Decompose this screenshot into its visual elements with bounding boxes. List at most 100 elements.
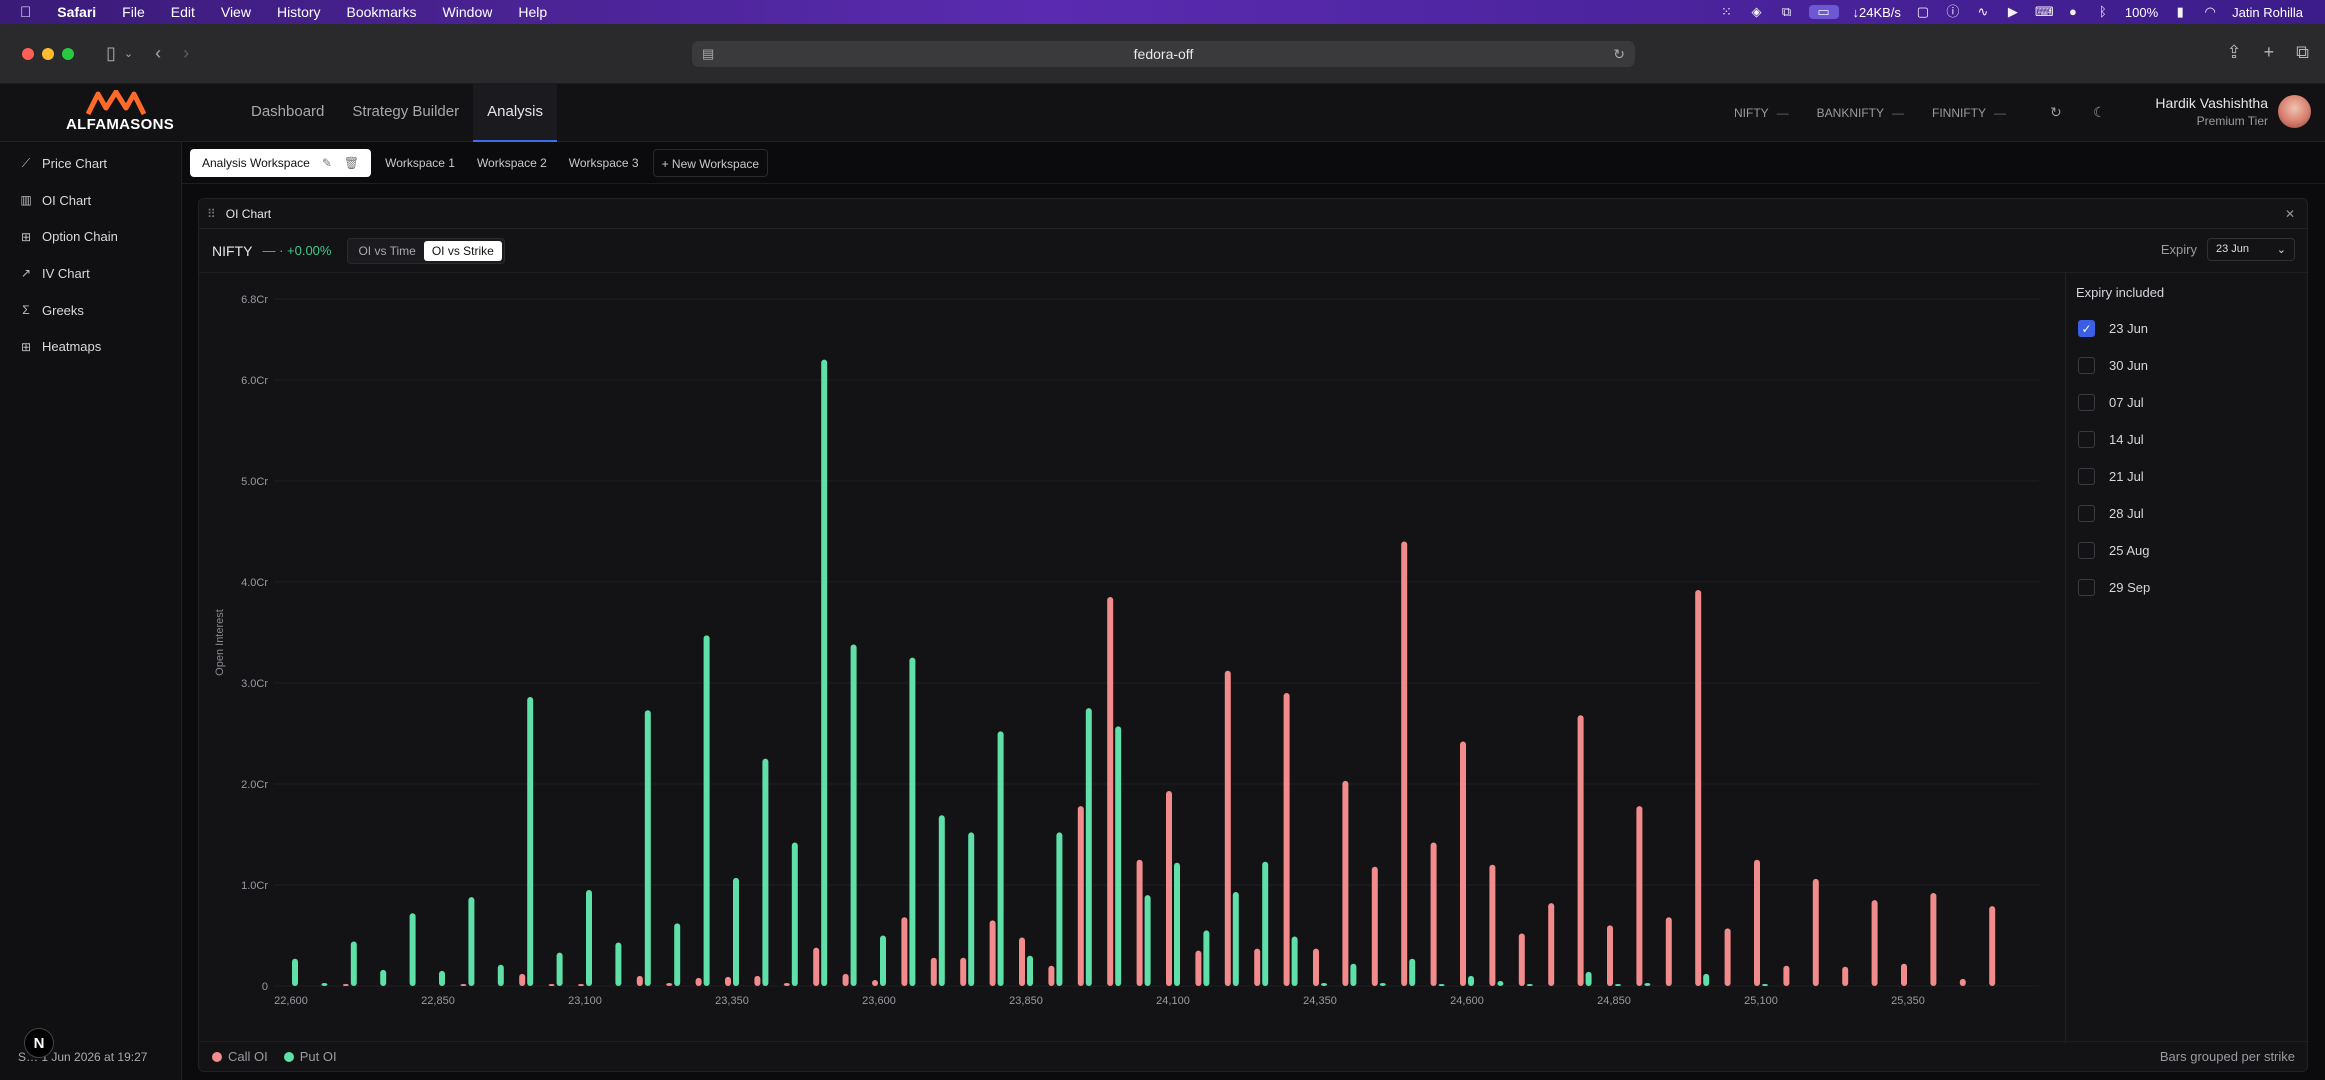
- display-icon[interactable]: ▢: [1915, 5, 1931, 19]
- call-oi-bar[interactable]: [1077, 806, 1084, 986]
- sidebar-toggle-icon[interactable]: ▯: [106, 43, 116, 64]
- menu-window[interactable]: Window: [443, 4, 493, 20]
- app-logo[interactable]: ALFAMASONS: [66, 90, 174, 136]
- put-oi-bar[interactable]: [380, 969, 387, 986]
- close-window-button[interactable]: [22, 47, 34, 60]
- call-oi-bar[interactable]: [1371, 866, 1378, 986]
- sidebar-item-iv-chart[interactable]: ↗ IV Chart: [0, 255, 181, 292]
- share-icon[interactable]: ⇪: [2227, 42, 2242, 63]
- legend-put-oi[interactable]: Put OI: [283, 1049, 337, 1064]
- ticker-finnifty[interactable]: FINNIFTY —: [1932, 106, 2006, 120]
- menu-history[interactable]: History: [277, 4, 321, 20]
- call-oi-bar[interactable]: [1959, 978, 1966, 986]
- tab-workspace-2[interactable]: Workspace 2: [469, 149, 555, 177]
- forward-icon[interactable]: ›: [183, 43, 189, 64]
- trash-icon[interactable]: 🗑: [344, 149, 359, 177]
- call-oi-bar[interactable]: [548, 983, 555, 986]
- page-settings-icon[interactable]: ▤: [702, 46, 714, 62]
- call-oi-bar[interactable]: [1489, 864, 1496, 986]
- put-oi-bar[interactable]: [762, 758, 769, 986]
- call-oi-bar[interactable]: [666, 982, 673, 986]
- call-oi-bar[interactable]: [1460, 741, 1466, 986]
- put-oi-bar[interactable]: [1438, 983, 1445, 986]
- zoom-window-button[interactable]: [62, 47, 74, 60]
- drag-handle-icon[interactable]: ⠿: [207, 207, 216, 221]
- expiry-option[interactable]: 14 Jul: [2076, 421, 2309, 458]
- translate-icon[interactable]: ⧉: [1779, 5, 1795, 19]
- call-oi-bar[interactable]: [1754, 859, 1760, 986]
- expiry-checkbox[interactable]: [2078, 468, 2095, 485]
- call-oi-bar[interactable]: [1107, 597, 1114, 986]
- address-bar[interactable]: ▤ fedora-off ↻: [692, 41, 1635, 67]
- call-oi-bar[interactable]: [695, 977, 702, 986]
- call-oi-bar[interactable]: [1430, 842, 1437, 986]
- call-oi-bar[interactable]: [1254, 948, 1261, 986]
- menu-view[interactable]: View: [221, 4, 251, 20]
- nav-analysis[interactable]: Analysis: [473, 84, 557, 142]
- put-oi-bar[interactable]: [1321, 982, 1327, 986]
- put-oi-bar[interactable]: [791, 842, 798, 986]
- call-oi-bar[interactable]: [1607, 925, 1613, 986]
- menu-edit[interactable]: Edit: [171, 4, 195, 20]
- expiry-checkbox[interactable]: [2078, 357, 2095, 374]
- call-oi-bar[interactable]: [1342, 780, 1349, 986]
- tab-workspace-3[interactable]: Workspace 3: [561, 149, 647, 177]
- n-logo-icon[interactable]: N: [24, 1028, 54, 1058]
- put-oi-bar[interactable]: [968, 832, 975, 986]
- tab-workspace-1[interactable]: Workspace 1: [377, 149, 463, 177]
- put-oi-bar[interactable]: [1174, 862, 1180, 986]
- url-text[interactable]: fedora-off: [1134, 46, 1194, 62]
- put-oi-bar[interactable]: [1056, 832, 1063, 986]
- put-oi-bar[interactable]: [350, 941, 357, 986]
- put-oi-bar[interactable]: [674, 923, 681, 986]
- ticker-nifty[interactable]: NIFTY —: [1734, 106, 1789, 120]
- menubar-user[interactable]: Jatin Rohilla: [2232, 5, 2303, 20]
- call-oi-bar[interactable]: [813, 947, 820, 986]
- avatar[interactable]: [2278, 95, 2311, 128]
- call-oi-bar[interactable]: [636, 975, 643, 986]
- expiry-dropdown[interactable]: 23 Jun ⌄: [2207, 238, 2295, 261]
- expiry-option[interactable]: 30 Jun: [2076, 347, 2309, 384]
- put-oi-bar[interactable]: [1262, 861, 1269, 986]
- put-oi-bar[interactable]: [586, 890, 592, 986]
- call-oi-bar[interactable]: [901, 917, 908, 986]
- put-oi-bar[interactable]: [850, 644, 857, 986]
- call-oi-bar[interactable]: [1313, 948, 1319, 986]
- call-oi-bar[interactable]: [1989, 906, 1996, 986]
- call-oi-bar[interactable]: [783, 982, 790, 986]
- put-oi-bar[interactable]: [644, 710, 651, 986]
- expiry-option[interactable]: 21 Jul: [2076, 458, 2309, 495]
- call-oi-bar[interactable]: [989, 920, 996, 986]
- call-oi-bar[interactable]: [1783, 965, 1790, 986]
- put-oi-bar[interactable]: [997, 731, 1004, 986]
- menu-bookmarks[interactable]: Bookmarks: [347, 4, 417, 20]
- call-oi-bar[interactable]: [872, 979, 878, 986]
- sidebar-item-heatmaps[interactable]: ⊞ Heatmaps: [0, 328, 181, 365]
- minimize-window-button[interactable]: [42, 47, 54, 60]
- put-oi-bar[interactable]: [615, 942, 622, 986]
- put-oi-bar[interactable]: [1703, 973, 1710, 986]
- moon-icon[interactable]: ☾: [2093, 104, 2106, 121]
- call-oi-bar[interactable]: [1195, 950, 1202, 986]
- expiry-option[interactable]: 25 Aug: [2076, 532, 2309, 569]
- put-oi-bar[interactable]: [703, 635, 710, 986]
- put-oi-bar[interactable]: [1350, 963, 1357, 986]
- nav-dashboard[interactable]: Dashboard: [237, 84, 338, 142]
- put-oi-bar[interactable]: [909, 657, 916, 986]
- new-tab-icon[interactable]: +: [2264, 42, 2275, 63]
- call-oi-bar[interactable]: [754, 975, 761, 986]
- put-oi-bar[interactable]: [497, 964, 504, 986]
- wifi-icon[interactable]: ◠: [2202, 5, 2218, 19]
- keyboard-icon[interactable]: ⌨: [2035, 5, 2054, 19]
- put-oi-bar[interactable]: [880, 935, 886, 986]
- call-oi-bar[interactable]: [1577, 715, 1584, 986]
- call-oi-bar[interactable]: [578, 983, 584, 986]
- put-oi-bar[interactable]: [1232, 892, 1239, 986]
- put-oi-bar[interactable]: [1085, 708, 1092, 986]
- battery-icon[interactable]: ▮: [2172, 5, 2188, 19]
- call-oi-bar[interactable]: [1636, 806, 1643, 986]
- put-oi-bar[interactable]: [1115, 726, 1122, 986]
- call-oi-bar[interactable]: [1871, 900, 1878, 986]
- expiry-checkbox[interactable]: [2078, 431, 2095, 448]
- mode-oi-vs-strike[interactable]: OI vs Strike: [423, 240, 502, 261]
